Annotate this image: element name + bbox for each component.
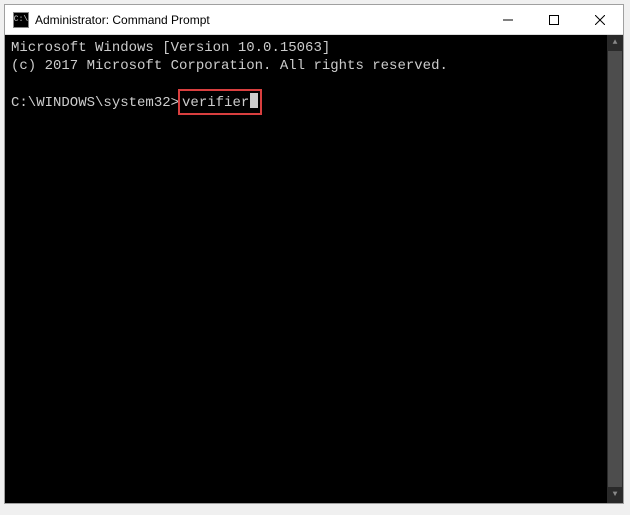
close-button[interactable] — [577, 5, 623, 34]
window-title: Administrator: Command Prompt — [35, 13, 485, 27]
scroll-down-arrow-icon[interactable]: ▼ — [607, 487, 623, 503]
maximize-button[interactable] — [531, 5, 577, 34]
output-line-2: (c) 2017 Microsoft Corporation. All righ… — [11, 57, 617, 75]
scrollbar-thumb[interactable] — [608, 51, 622, 487]
window-controls — [485, 5, 623, 34]
vertical-scrollbar[interactable]: ▲ ▼ — [607, 35, 623, 503]
text-cursor — [250, 93, 258, 108]
app-icon-glyph: C:\ — [14, 16, 28, 24]
output-line-1: Microsoft Windows [Version 10.0.15063] — [11, 39, 617, 57]
prompt-line: C:\WINDOWS\system32>verifier — [11, 89, 617, 114]
scroll-up-arrow-icon[interactable]: ▲ — [607, 35, 623, 51]
command-input[interactable]: verifier — [182, 94, 249, 112]
minimize-button[interactable] — [485, 5, 531, 34]
prompt-text: C:\WINDOWS\system32> — [11, 94, 179, 112]
minimize-icon — [503, 15, 513, 25]
terminal-area[interactable]: Microsoft Windows [Version 10.0.15063] (… — [5, 35, 623, 503]
close-icon — [595, 15, 605, 25]
command-prompt-window: C:\ Administrator: Command Prompt Micros… — [4, 4, 624, 504]
command-highlight: verifier — [178, 89, 262, 114]
app-icon: C:\ — [13, 12, 29, 28]
maximize-icon — [549, 15, 559, 25]
title-bar[interactable]: C:\ Administrator: Command Prompt — [5, 5, 623, 35]
